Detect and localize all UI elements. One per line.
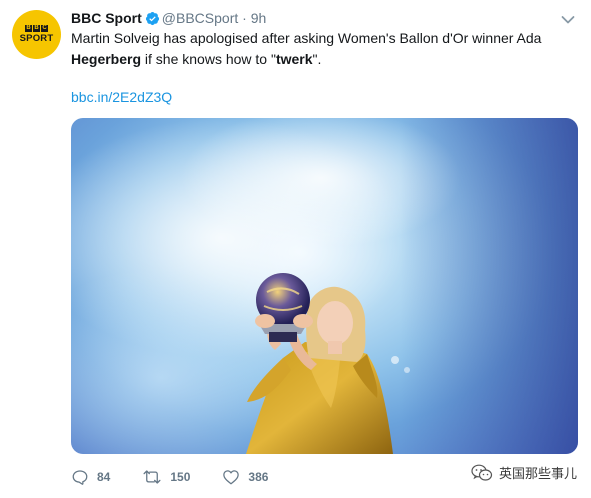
bbc-letter-c: C [41,25,48,32]
like-button[interactable]: 386 [222,468,268,486]
tweet-card: B B C SPORT BBC Sport @BBCSport · 9h Mart… [0,0,591,498]
bbc-logo-blocks: B B C [25,25,48,32]
reply-button[interactable]: 84 [71,468,110,486]
bbc-letter-b1: B [25,25,32,32]
reply-icon [72,470,88,485]
heart-icon [223,470,240,485]
retweet-icon [143,470,161,484]
header-separator: · [242,10,247,26]
tweet-text-part3: ". [312,51,322,67]
tweet-link[interactable]: bbc.in/2E2dZ3Q [71,87,172,107]
retweet-button[interactable]: 150 [142,468,190,486]
tweet-text-bold-word: twerk [275,51,313,67]
reply-count: 84 [97,470,111,484]
tweet-text-part2: if she knows how to " [141,51,276,67]
tweet-photo[interactable] [71,118,578,454]
photo-illustration [71,118,578,454]
tweet-time[interactable]: 9h [251,10,267,26]
tweet-actions: 84 150 386 [71,466,300,488]
wechat-watermark: 英国那些事儿 [471,463,577,482]
avatar[interactable]: B B C SPORT [12,10,61,59]
tweet-header: BBC Sport @BBCSport · 9h [71,9,266,30]
tweet-text: Martin Solveig has apologised after aski… [71,28,571,70]
retweet-count: 150 [170,470,191,484]
like-count: 386 [248,470,269,484]
display-name[interactable]: BBC Sport [71,10,142,26]
watermark-text: 英国那些事儿 [498,467,577,482]
wechat-icon [471,464,493,481]
tweet-text-bold-name: Hegerberg [71,51,142,67]
tweet-text-part1: Martin Solveig has apologised after aski… [71,30,542,46]
avatar-sport-text: SPORT [19,33,54,44]
user-handle[interactable]: @BBCSport [162,10,238,26]
bbc-letter-b2: B [33,25,40,32]
